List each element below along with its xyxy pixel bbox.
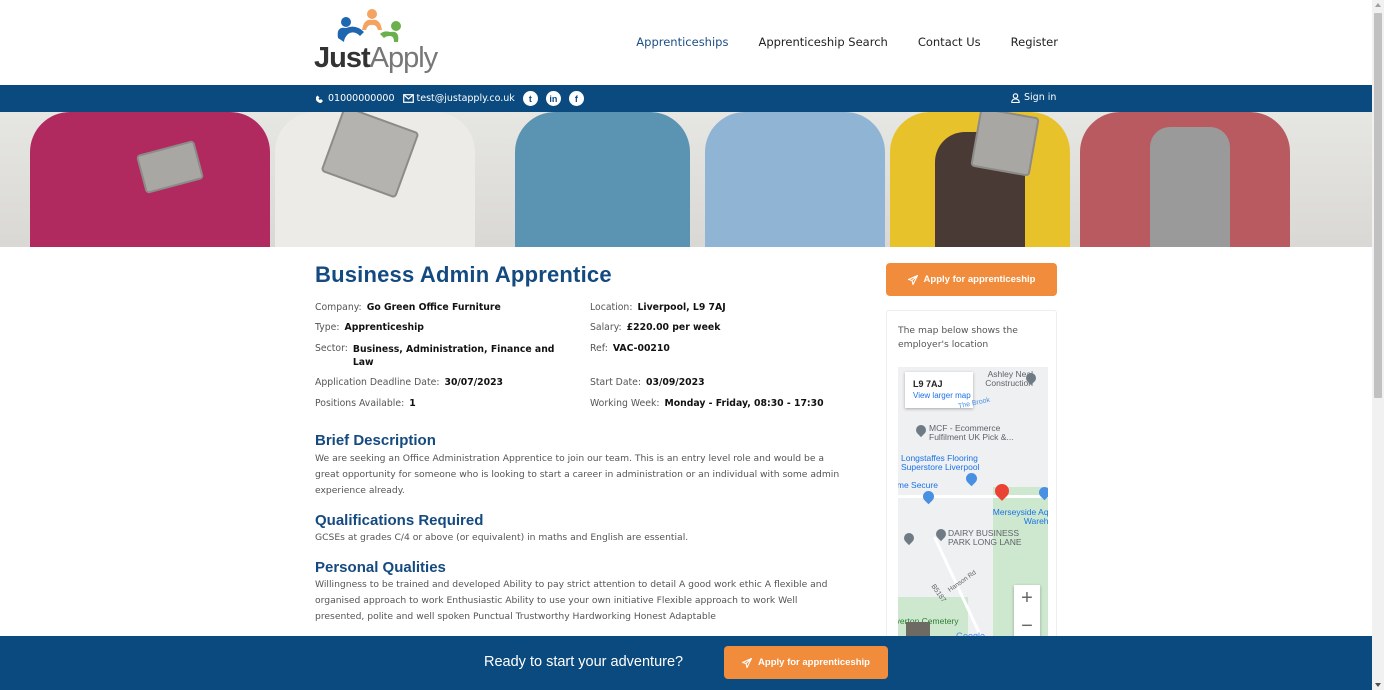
detail-sector: Sector: Business, Administration, Financ… — [315, 343, 555, 369]
paper-plane-icon — [742, 657, 753, 668]
map-label: Home Secure — [898, 480, 938, 490]
sign-in-label: Sign in — [1024, 92, 1057, 103]
email-address: test@justapply.co.uk — [416, 93, 515, 104]
phone-link[interactable]: 01000000000 — [315, 93, 395, 104]
banner-tablet — [970, 112, 1040, 177]
detail-ref: Ref: VAC-00210 — [590, 343, 670, 354]
scrollbar-thumb[interactable] — [1374, 13, 1382, 398]
section-body-brief-description: We are seeking an Office Administration … — [315, 453, 840, 496]
footer-apply-label: Apply for apprenticeship — [758, 657, 870, 668]
section-body-personal-qualities: Willingness to be trained and developed … — [315, 579, 828, 622]
section-heading-brief-description: Brief Description — [315, 432, 436, 449]
map-shop-pin-icon — [920, 488, 937, 505]
map-caption: The map below shows the employer's locat… — [898, 325, 1018, 350]
detail-label: Location: — [590, 302, 633, 313]
twitter-icon[interactable]: t — [522, 91, 538, 106]
page-title: Business Admin Apprentice — [315, 262, 612, 287]
detail-value: VAC-00210 — [612, 343, 670, 354]
detail-salary: Salary: £220.00 per week — [590, 322, 720, 333]
map-road — [898, 495, 1048, 498]
map-label: Merseyside Aqua Warehou — [992, 507, 1048, 526]
map-poi-pin-icon — [913, 422, 929, 438]
map-shop-pin-icon — [963, 470, 980, 487]
detail-value: Business, Administration, Finance and La… — [352, 344, 555, 368]
map-label: MCF - Ecommerce Fulfilment UK Pick &... — [929, 423, 1014, 442]
email-link[interactable]: test@justapply.co.uk — [402, 93, 515, 104]
detail-start-date: Start Date: 03/09/2023 — [590, 377, 705, 388]
detail-value: 03/09/2023 — [646, 377, 705, 388]
logo-wordmark: JustApply — [314, 42, 439, 74]
banner-person — [705, 112, 885, 247]
detail-value: Monday - Friday, 08:30 - 17:30 — [664, 398, 824, 409]
vacancy-details: Business Admin Apprentice Company: Go Gr… — [315, 262, 845, 622]
sticky-apply-bar: Ready to start your adventure? Apply for… — [0, 636, 1372, 690]
map-label: DAIRY BUSINESS PARK LONG LANE — [948, 528, 1022, 547]
detail-company: Company: Go Green Office Furniture — [315, 302, 501, 313]
detail-label: Type: — [315, 322, 340, 333]
detail-label: Start Date: — [590, 377, 642, 388]
nav-apprenticeship-search[interactable]: Apprenticeship Search — [758, 35, 887, 49]
page-scrollbar[interactable] — [1372, 0, 1384, 690]
detail-label: Application Deadline Date: — [315, 377, 440, 388]
detail-value: 30/07/2023 — [444, 377, 504, 388]
user-icon — [1011, 92, 1020, 103]
banner-person — [1150, 127, 1230, 247]
detail-value: Go Green Office Furniture — [366, 302, 501, 313]
detail-location: Location: Liverpool, L9 7AJ — [590, 302, 726, 313]
detail-working-week: Working Week: Monday - Friday, 08:30 - 1… — [590, 398, 824, 409]
envelope-icon — [402, 94, 414, 103]
detail-value: Liverpool, L9 7AJ — [637, 302, 726, 313]
detail-positions: Positions Available: 1 — [315, 398, 416, 409]
scroll-down-arrow-icon[interactable] — [1375, 683, 1381, 687]
section-body-qualifications: GCSEs at grades C/4 or above (or equival… — [315, 532, 689, 543]
phone-number: 01000000000 — [328, 93, 395, 104]
site-header: JustApply Apprenticeships Apprenticeship… — [0, 0, 1372, 85]
hero-banner-image — [0, 112, 1372, 247]
phone-icon — [316, 95, 323, 103]
map-zoom-controls: + − — [1014, 585, 1040, 641]
view-larger-map-link[interactable]: View larger map — [913, 391, 973, 400]
detail-label: Positions Available: — [315, 398, 405, 409]
map-postcode: L9 7AJ — [913, 379, 943, 389]
footer-apply-button[interactable]: Apply for apprenticeship — [724, 646, 888, 679]
nav-contact-us[interactable]: Contact Us — [918, 35, 981, 49]
detail-label: Company: — [315, 302, 362, 313]
apply-button-label: Apply for apprenticeship — [923, 274, 1036, 285]
detail-value: £220.00 per week — [626, 322, 721, 333]
section-heading-qualifications: Qualifications Required — [315, 512, 484, 529]
detail-label: Salary: — [590, 322, 622, 333]
banner-person — [515, 112, 690, 247]
detail-label: Sector: — [315, 343, 348, 354]
logo-just: Just — [314, 42, 371, 74]
detail-value: Apprenticeship — [344, 322, 424, 333]
map-card: The map below shows the employer's locat… — [886, 310, 1057, 641]
section-heading-personal-qualities: Personal Qualities — [315, 559, 446, 576]
paper-plane-icon — [907, 274, 918, 285]
linkedin-icon[interactable]: in — [545, 91, 561, 106]
detail-label: Working Week: — [590, 398, 660, 409]
facebook-icon[interactable]: f — [568, 91, 584, 106]
detail-value: 1 — [409, 398, 416, 409]
logo-apply: Apply — [369, 42, 439, 74]
sign-in-link[interactable]: Sign in — [1011, 92, 1056, 103]
contact-bar: 01000000000 test@justapply.co.uk t in f … — [0, 85, 1372, 112]
main-nav: Apprenticeships Apprenticeship Search Co… — [636, 35, 1058, 49]
scroll-up-arrow-icon[interactable] — [1375, 3, 1381, 7]
detail-label: Ref: — [590, 343, 608, 354]
cta-text: Ready to start your adventure? — [484, 654, 684, 670]
nav-apprenticeships[interactable]: Apprenticeships — [636, 35, 728, 49]
apply-button[interactable]: Apply for apprenticeship — [886, 263, 1057, 296]
detail-type: Type: Apprenticeship — [315, 322, 424, 333]
logo[interactable]: JustApply — [314, 8, 438, 78]
map-label: Longstaffes Flooring Superstore Liverpoo… — [901, 453, 980, 472]
nav-register[interactable]: Register — [1011, 35, 1058, 49]
map-poi-pin-icon — [901, 530, 917, 546]
employer-location-map[interactable]: L9 7AJ View larger map Ashley Neal Const… — [898, 367, 1048, 641]
detail-deadline: Application Deadline Date: 30/07/2023 — [315, 377, 503, 388]
zoom-in-button[interactable]: + — [1014, 585, 1040, 613]
